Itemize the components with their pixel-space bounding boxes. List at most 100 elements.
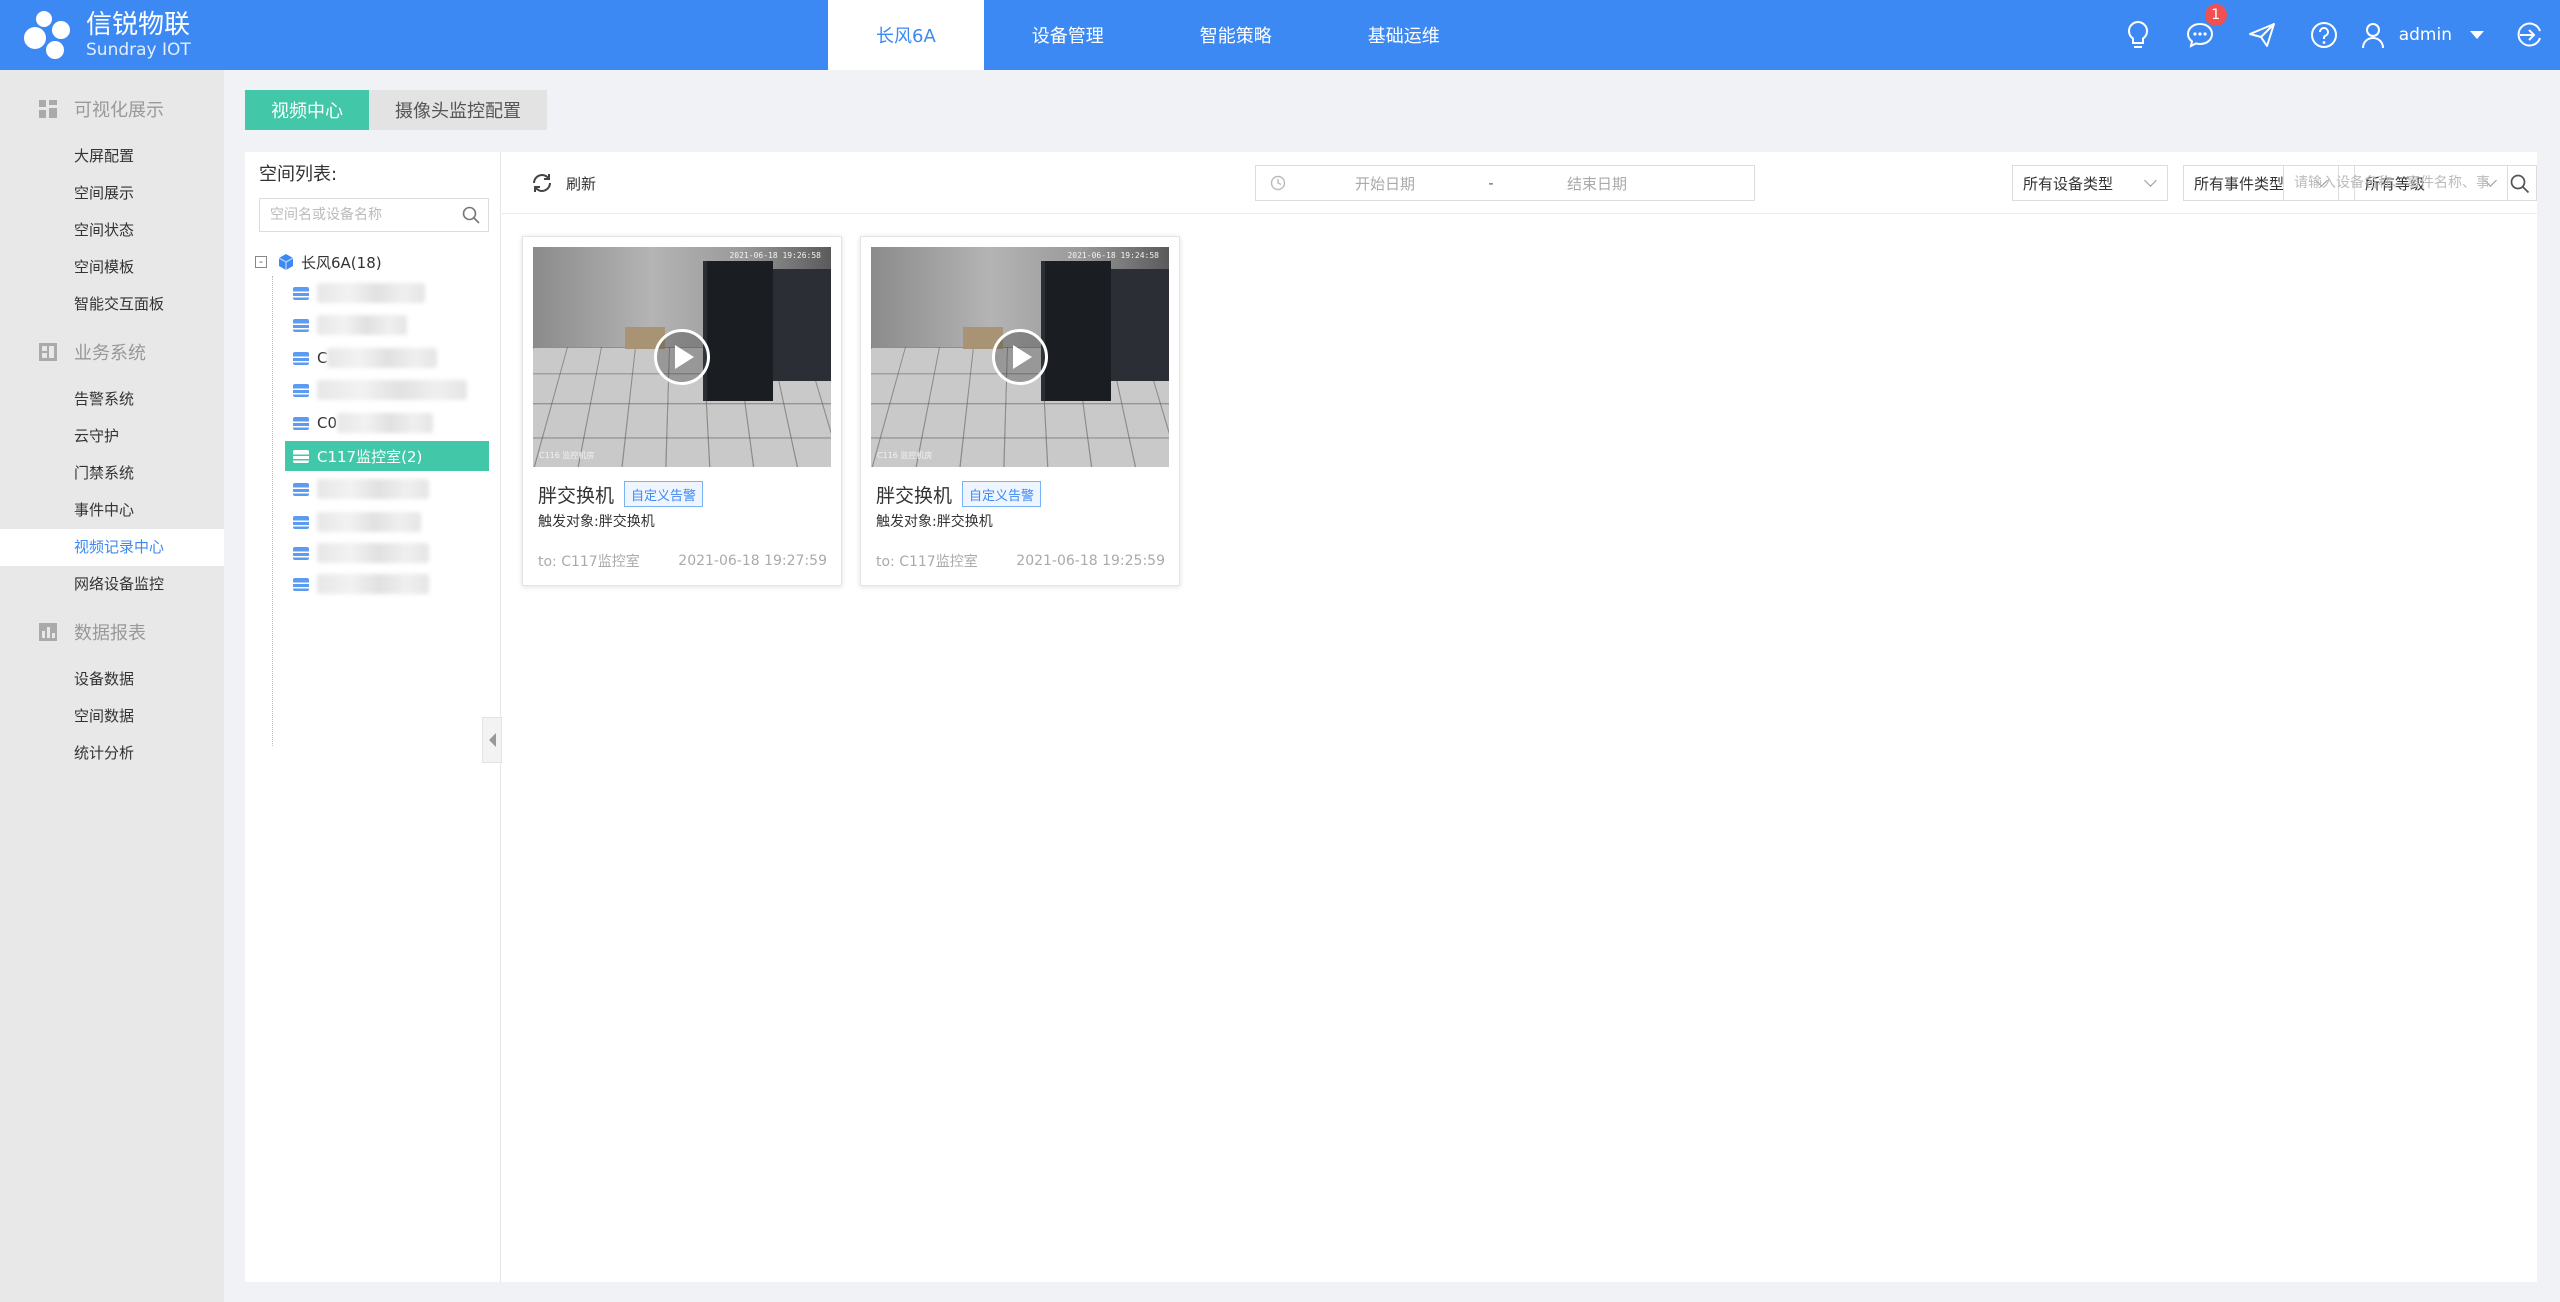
obscured-label — [317, 512, 421, 532]
tree-item[interactable] — [285, 538, 489, 568]
bulb-icon[interactable] — [2107, 0, 2169, 70]
dashboard-icon — [39, 100, 57, 118]
sidebar-group-business[interactable]: 业务系统 — [0, 323, 224, 381]
nav-tab-device-management[interactable]: 设备管理 — [984, 0, 1152, 70]
nav-tab-changfeng[interactable]: 长风6A — [828, 0, 984, 70]
event-search-input[interactable] — [2284, 166, 2498, 200]
sidebar-item-cloud-guard[interactable]: 云守护 — [0, 418, 224, 455]
sidebar-item-space-display[interactable]: 空间展示 — [0, 175, 224, 212]
user-icon — [2361, 23, 2384, 49]
chevron-left-icon — [488, 733, 496, 747]
space-tree-pane: 空间列表: - 长风6A(18) C C0 C117监控室(2) — [245, 152, 502, 1282]
username: admin — [2398, 25, 2452, 45]
sidebar-item-space-status[interactable]: 空间状态 — [0, 212, 224, 249]
space-icon — [293, 286, 309, 300]
date-separator: - — [1488, 174, 1494, 192]
sidebar-group-visualization[interactable]: 可视化展示 — [0, 80, 224, 138]
obscured-label — [317, 283, 425, 303]
space-icon — [293, 416, 309, 430]
sidebar-item-smart-panel[interactable]: 智能交互面板 — [0, 286, 224, 323]
video-title: 胖交换机 — [876, 484, 953, 507]
business-icon — [39, 343, 57, 361]
sidebar-item-event-center[interactable]: 事件中心 — [0, 492, 224, 529]
main-panel: 空间列表: - 长风6A(18) C C0 C117监控室(2) 刷新 开始 — [245, 152, 2537, 1282]
play-icon[interactable] — [992, 329, 1048, 385]
sidebar-item-space-data[interactable]: 空间数据 — [0, 698, 224, 735]
tree-item[interactable]: C — [285, 343, 489, 373]
date-range-picker[interactable]: 开始日期 - 结束日期 — [1255, 165, 1755, 201]
tree-item[interactable] — [285, 569, 489, 599]
filter-toolbar: 刷新 开始日期 - 结束日期 所有设备类型 所有事件类型 所有等级 — [502, 152, 2537, 214]
user-menu[interactable]: admin — [2355, 0, 2498, 70]
play-icon[interactable] — [654, 329, 710, 385]
video-location: to: C117监控室 — [538, 554, 640, 570]
trigger-object: 触发对象: 胖交换机 — [538, 514, 655, 530]
start-date-input[interactable]: 开始日期 — [1300, 173, 1470, 194]
search-icon[interactable] — [2510, 174, 2530, 194]
sidebar-item-video-records[interactable]: 视频记录中心 — [0, 529, 224, 566]
video-card[interactable]: 2021-06-18 19:26:58 C116 监控机房 胖交换机 自定义告警… — [522, 236, 842, 586]
space-list-title: 空间列表: — [259, 164, 338, 185]
tree-item[interactable] — [285, 310, 489, 340]
collapse-toggle-icon[interactable]: - — [255, 256, 267, 268]
space-icon — [293, 383, 309, 397]
tree-item[interactable] — [285, 375, 489, 405]
tree-item[interactable]: C0 — [285, 408, 489, 438]
search-icon[interactable] — [462, 206, 480, 224]
cube-icon — [278, 254, 294, 270]
brand-logo[interactable]: 信锐物联 Sundray IOT — [22, 6, 191, 64]
sidebar-item-space-template[interactable]: 空间模板 — [0, 249, 224, 286]
tree-root[interactable]: - 长风6A(18) — [255, 249, 382, 275]
video-card[interactable]: 2021-06-18 19:24:58 C116 监控机房 胖交换机 自定义告警… — [860, 236, 1180, 586]
video-osd-time: 2021-06-18 19:24:58 — [1067, 251, 1159, 260]
header-actions: 1 admin — [2107, 0, 2560, 70]
space-icon — [293, 515, 309, 529]
video-location: to: C117监控室 — [876, 554, 978, 570]
chevron-down-icon — [2470, 31, 2484, 39]
space-icon — [293, 449, 309, 463]
nav-tab-operations[interactable]: 基础运维 — [1320, 0, 1488, 70]
brand-name-en: Sundray IOT — [86, 40, 191, 60]
logout-icon[interactable] — [2498, 0, 2560, 70]
help-icon[interactable] — [2293, 0, 2355, 70]
device-type-select[interactable]: 所有设备类型 — [2012, 165, 2168, 201]
tree-search-input[interactable] — [260, 199, 450, 231]
tree-item[interactable] — [285, 474, 489, 504]
alarm-tag: 自定义告警 — [624, 481, 704, 507]
end-date-input[interactable]: 结束日期 — [1512, 173, 1682, 194]
sidebar-group-reports[interactable]: 数据报表 — [0, 603, 224, 661]
space-icon — [293, 577, 309, 591]
tab-camera-config[interactable]: 摄像头监控配置 — [369, 90, 547, 130]
chevron-down-icon — [2144, 174, 2157, 187]
refresh-icon — [533, 174, 551, 192]
message-icon[interactable]: 1 — [2169, 0, 2231, 70]
video-thumbnail[interactable]: 2021-06-18 19:24:58 C116 监控机房 — [871, 247, 1169, 467]
sidebar-item-alarm[interactable]: 告警系统 — [0, 381, 224, 418]
video-time: 2021-06-18 19:27:59 — [678, 553, 827, 569]
space-icon — [293, 351, 309, 365]
video-thumbnail[interactable]: 2021-06-18 19:26:58 C116 监控机房 — [533, 247, 831, 467]
tree-item-c117[interactable]: C117监控室(2) — [285, 441, 489, 471]
video-osd-label: C116 监控机房 — [877, 451, 933, 460]
sub-tabs: 视频中心 摄像头监控配置 — [245, 90, 547, 130]
video-title: 胖交换机 — [538, 484, 615, 507]
tree-item[interactable] — [285, 507, 489, 537]
collapse-pane-button[interactable] — [482, 717, 502, 763]
sidebar-item-network-monitor[interactable]: 网络设备监控 — [0, 566, 224, 603]
refresh-button[interactable]: 刷新 — [530, 168, 596, 198]
send-icon[interactable] — [2231, 0, 2293, 70]
nav-tab-smart-strategy[interactable]: 智能策略 — [1152, 0, 1320, 70]
tab-video-center[interactable]: 视频中心 — [245, 90, 369, 130]
sidebar-item-statistics[interactable]: 统计分析 — [0, 735, 224, 772]
tree-root-label: 长风6A(18) — [301, 253, 382, 272]
tree-item[interactable] — [285, 278, 489, 308]
sidebar: 可视化展示 大屏配置 空间展示 空间状态 空间模板 智能交互面板 业务系统 告警… — [0, 70, 224, 1302]
video-osd-label: C116 监控机房 — [539, 451, 595, 460]
obscured-label — [317, 574, 429, 594]
sidebar-item-access-control[interactable]: 门禁系统 — [0, 455, 224, 492]
report-icon — [39, 623, 57, 641]
clock-icon — [1270, 175, 1286, 191]
sidebar-item-device-data[interactable]: 设备数据 — [0, 661, 224, 698]
obscured-label — [317, 315, 407, 335]
sidebar-item-screen-config[interactable]: 大屏配置 — [0, 138, 224, 175]
